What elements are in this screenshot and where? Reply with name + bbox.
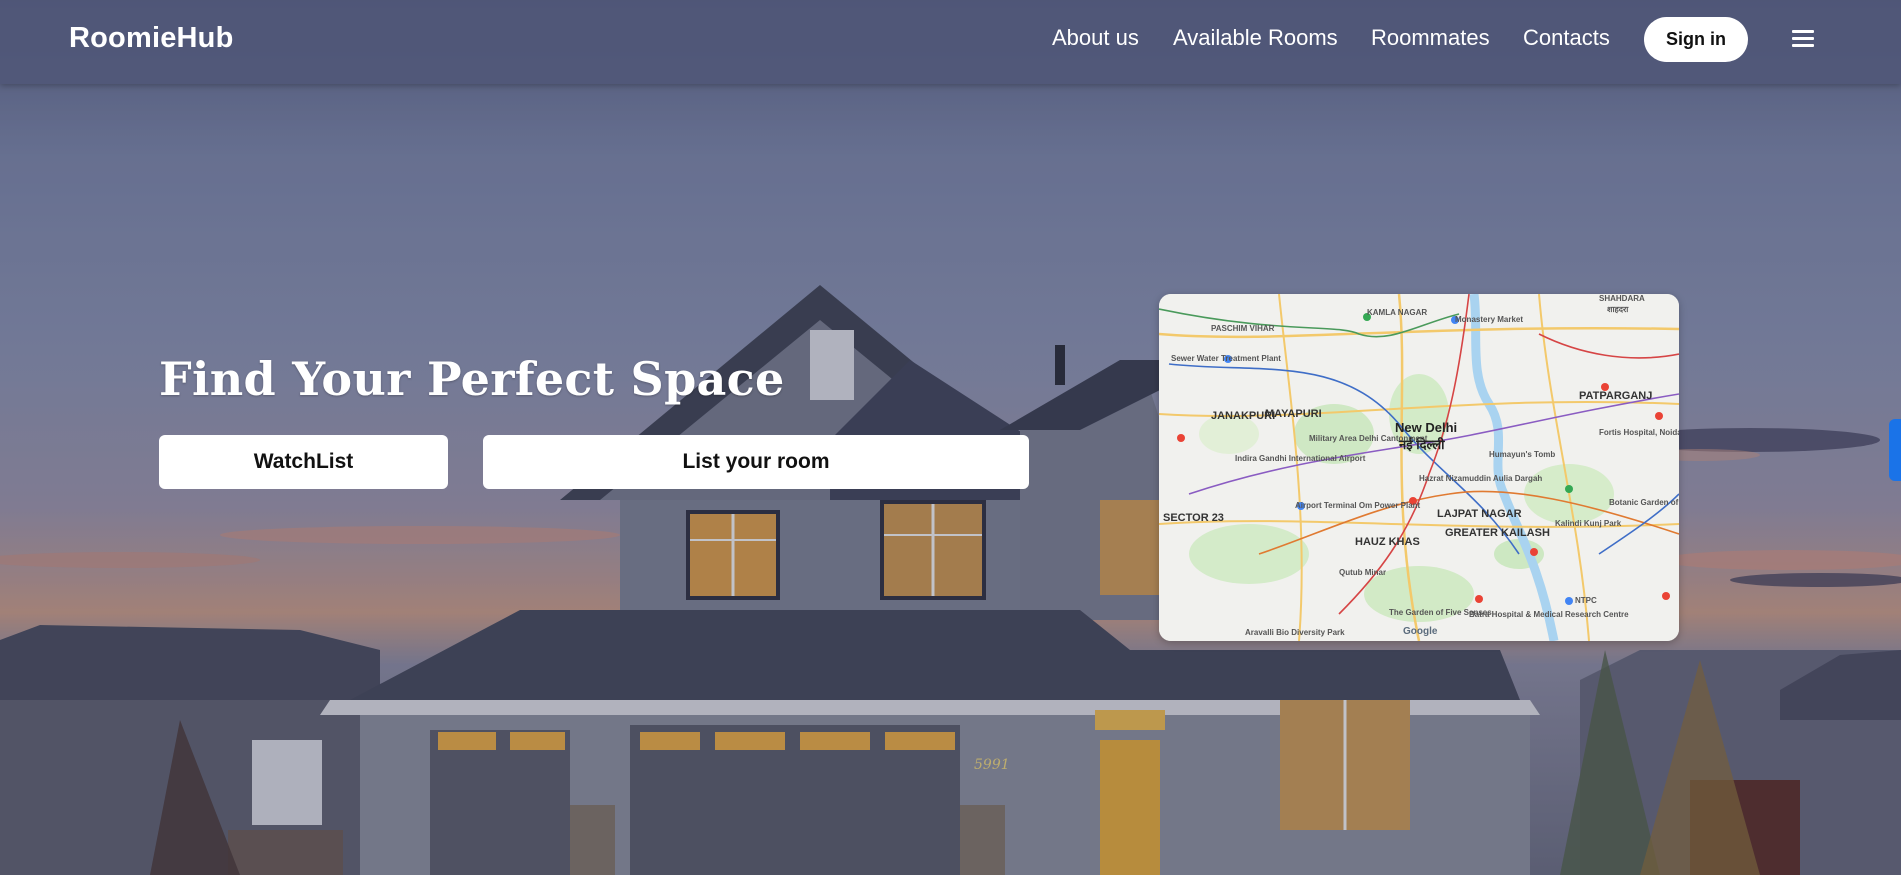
nav-link-contacts[interactable]: Contacts [1523, 25, 1610, 51]
map-label-monastery-market: Monastery Market [1455, 315, 1524, 324]
map-label-shahdara: SHAHDARA [1599, 294, 1645, 303]
map-label-ntpc: NTPC [1575, 596, 1597, 605]
map-canvas[interactable] [1159, 294, 1679, 641]
map-label-paschim-vihar: PASCHIM VIHAR [1211, 324, 1275, 333]
side-feedback-tab[interactable] [1889, 419, 1901, 481]
map-label-humayuns-tomb: Humayun's Tomb [1489, 450, 1556, 459]
map-label-fortis: Fortis Hospital, Noida [1599, 428, 1679, 437]
map-label-aravalli: Aravalli Bio Diversity Park [1245, 628, 1345, 637]
map-label-shahdara-hindi: शाहदरा [1607, 305, 1629, 314]
map-card[interactable]: SHAHDARA शाहदरा KAMLA NAGAR Monastery Ma… [1159, 294, 1679, 641]
map-label-batra-hospital: Batra Hospital & Medical Research Centre [1469, 610, 1629, 619]
map-label-botanic-garden: Botanic Garden of Indian Republic [1609, 498, 1679, 507]
map-attribution: Google [1403, 626, 1438, 637]
map-label-mayapuri: MAYAPURI [1265, 408, 1322, 420]
hamburger-menu-icon[interactable] [1792, 30, 1815, 50]
map-label-kalindi-kunj: Kalindi Kunj Park [1555, 519, 1622, 528]
map-label-qutub-minar: Qutub Minar [1339, 568, 1387, 577]
map-label-sewer-plant: Sewer Water Treatment Plant [1171, 354, 1281, 363]
map-label-patparganj: PATPARGANJ [1579, 390, 1653, 402]
map-label-sector-23: SECTOR 23 [1163, 512, 1224, 524]
brand-logo[interactable]: RoomieHub [69, 22, 234, 55]
map-label-greater-kailash: GREATER KAILASH [1445, 527, 1550, 539]
map-label-igi-airport: Indira Gandhi International Airport [1235, 454, 1366, 463]
nav-link-about-us[interactable]: About us [1052, 25, 1139, 51]
watchlist-button[interactable]: WatchList [159, 435, 448, 489]
top-navbar: RoomieHub About us Available Rooms Roomm… [0, 0, 1901, 84]
list-your-room-button[interactable]: List your room [483, 435, 1029, 489]
map-label-military-area: Military Area Delhi Cantonment [1309, 434, 1428, 443]
hero-title: Find Your Perfect Space [159, 352, 785, 406]
nav-link-roommates[interactable]: Roommates [1371, 25, 1490, 51]
map-label-lajpat-nagar: LAJPAT NAGAR [1437, 508, 1522, 520]
map-label-kamla-nagar: KAMLA NAGAR [1367, 308, 1428, 317]
map-label-new-delhi: New Delhi [1395, 420, 1458, 435]
map-label-airport-terminal: Airport Terminal Om Power Plant [1295, 501, 1421, 510]
nav-link-available-rooms[interactable]: Available Rooms [1173, 25, 1338, 51]
sign-in-button[interactable]: Sign in [1644, 17, 1748, 62]
map-label-nizamuddin: Hazrat Nizamuddin Aulia Dargah [1419, 474, 1543, 483]
map-label-hauz-khas: HAUZ KHAS [1355, 536, 1420, 548]
